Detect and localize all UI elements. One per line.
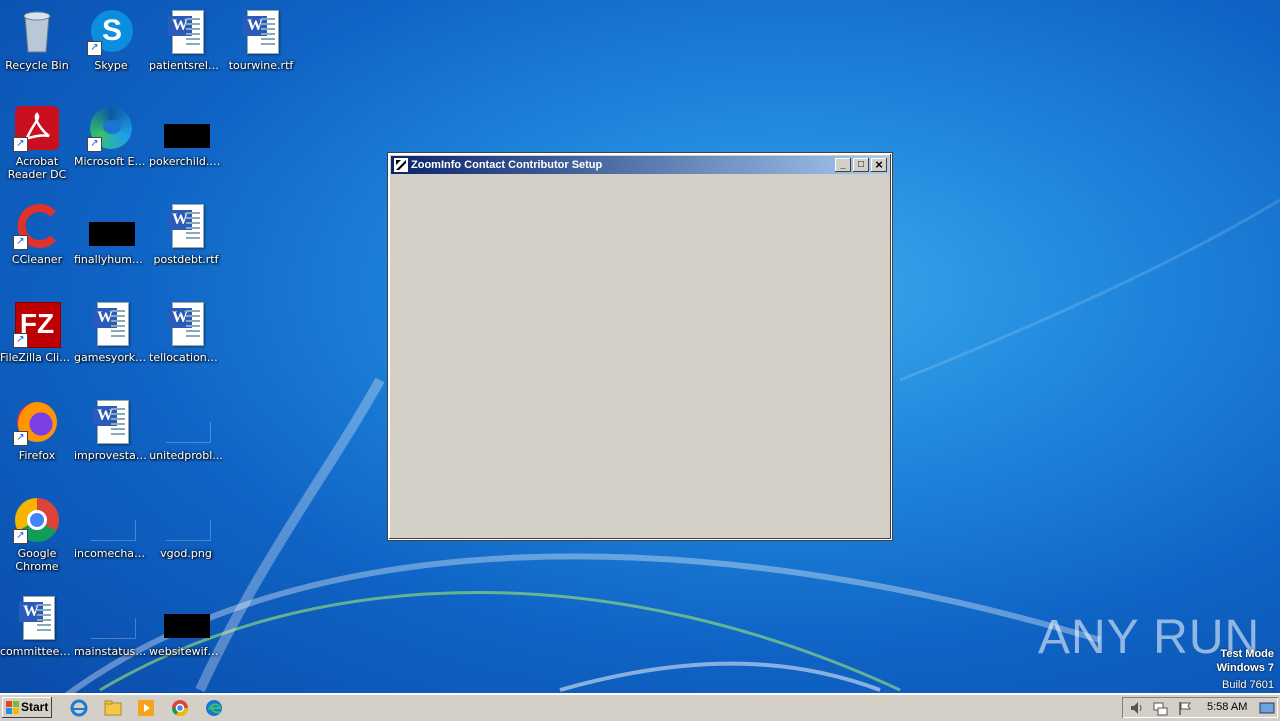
skype-icon: S ↗ <box>87 8 135 56</box>
icon-label: Microsoft Edge <box>74 155 148 168</box>
desktop-icon-chrome[interactable]: ↗ Google Chrome <box>0 496 74 573</box>
file-explorer-icon[interactable] <box>104 699 122 717</box>
icon-label: Acrobat Reader DC <box>7 155 67 181</box>
icon-label: incomechat.... <box>74 547 148 560</box>
chrome-taskbar-icon[interactable] <box>171 699 189 717</box>
icon-label: Google Chrome <box>15 547 59 573</box>
desktop-icon-incomechat[interactable]: incomechat.... <box>74 496 148 560</box>
desktop-icon-acrobat[interactable]: ↗ Acrobat Reader DC <box>0 104 74 181</box>
image-thumbnail-icon <box>162 104 210 152</box>
desktop-icon-websitewife[interactable]: websitewife... <box>149 594 223 658</box>
desktop-icon-firefox[interactable]: ↗ Firefox <box>0 398 74 462</box>
maximize-button[interactable]: □ <box>853 158 869 172</box>
desktop-icon-postdebt[interactable]: W postdebt.rtf <box>149 202 223 266</box>
icon-label: patientsrela... <box>149 59 223 72</box>
image-thumbnail-icon <box>87 202 135 250</box>
watermark-line2: Windows 7 <box>1216 662 1274 674</box>
word-document-icon: W <box>162 8 210 56</box>
desktop-icon-tourwine[interactable]: W tourwine.rtf <box>224 8 298 72</box>
blank-file-icon <box>162 496 211 544</box>
desktop-icon-gamesyork[interactable]: W gamesyork.rtf <box>74 300 148 364</box>
network-icon[interactable] <box>1152 700 1168 716</box>
word-document-icon: W <box>237 8 285 56</box>
start-button[interactable]: Start <box>2 697 52 718</box>
desktop-icon-patientsrela[interactable]: W patientsrela... <box>149 8 223 72</box>
desktop-icon-recycle-bin[interactable]: Recycle Bin <box>0 8 74 72</box>
blank-file-icon <box>87 594 136 642</box>
desktop-icon-improvestat[interactable]: W improvestat... <box>74 398 148 462</box>
windows-logo-icon <box>6 701 19 714</box>
filezilla-icon: FZ ↗ <box>13 300 61 348</box>
edge-icon: ↗ <box>87 104 135 152</box>
icon-label: unitedprobl... <box>149 449 223 462</box>
chrome-icon: ↗ <box>13 496 61 544</box>
window-client-area <box>391 175 889 537</box>
volume-icon[interactable] <box>1129 700 1145 716</box>
window-titlebar[interactable]: ZoomInfo Contact Contributor Setup _ □ × <box>391 156 889 174</box>
blank-file-icon <box>162 398 211 446</box>
icon-label: postdebt.rtf <box>153 253 219 266</box>
app-icon <box>394 158 408 172</box>
acrobat-icon: ↗ <box>13 104 61 152</box>
icon-label: pokerchild.jpg <box>149 155 223 168</box>
blank-file-icon <box>87 496 136 544</box>
desktop-icon-mainstatus[interactable]: mainstatus.... <box>74 594 148 658</box>
setup-window[interactable]: ZoomInfo Contact Contributor Setup _ □ × <box>388 153 892 540</box>
icon-label: FileZilla Client <box>0 351 74 364</box>
taskbar-clock[interactable]: 5:58 AM <box>1207 694 1247 721</box>
icon-label: tellocations.rtf <box>149 351 223 364</box>
action-center-flag-icon[interactable] <box>1177 700 1193 716</box>
icon-label: CCleaner <box>11 253 63 266</box>
icon-label: gamesyork.rtf <box>74 351 148 364</box>
desktop-icon-unitedprobl[interactable]: unitedprobl... <box>149 398 223 462</box>
icon-label: Firefox <box>18 449 56 462</box>
desktop-icon-pokerchild[interactable]: pokerchild.jpg <box>149 104 223 168</box>
show-desktop-icon[interactable] <box>1259 700 1275 716</box>
word-document-icon: W <box>162 202 210 250</box>
ccleaner-icon: ↗ <box>13 202 61 250</box>
icon-label: committeeo... <box>0 645 74 658</box>
system-tray <box>1122 697 1278 718</box>
word-document-icon: W <box>162 300 210 348</box>
desktop-icon-committeeo[interactable]: W committeeo... <box>0 594 74 658</box>
desktop-icon-ccleaner[interactable]: ↗ CCleaner <box>0 202 74 266</box>
word-document-icon: W <box>87 398 135 446</box>
internet-explorer-icon[interactable] <box>70 699 88 717</box>
icon-label: mainstatus.... <box>74 645 148 658</box>
icon-label: improvestat... <box>74 449 148 462</box>
icon-label: Recycle Bin <box>5 59 69 72</box>
minimize-button[interactable]: _ <box>835 158 851 172</box>
icon-label: vgod.png <box>160 547 212 560</box>
image-thumbnail-icon <box>162 594 210 642</box>
watermark-line3: Build 7601 <box>1222 679 1274 691</box>
recycle-bin-icon <box>13 8 61 56</box>
watermark-line1: Test Mode <box>1220 648 1274 660</box>
icon-label: websitewife... <box>149 645 223 658</box>
media-player-icon[interactable] <box>137 699 155 717</box>
desktop-icon-finallyhuma[interactable]: finallyhuma... <box>74 202 148 266</box>
desktop-icon-skype[interactable]: S ↗ Skype <box>74 8 148 72</box>
icon-label: tourwine.rtf <box>228 59 294 72</box>
desktop-icon-edge[interactable]: ↗ Microsoft Edge <box>74 104 148 168</box>
start-label: Start <box>21 700 49 714</box>
window-title: ZoomInfo Contact Contributor Setup <box>411 159 603 171</box>
firefox-icon: ↗ <box>13 398 61 446</box>
desktop-icon-filezilla[interactable]: FZ ↗ FileZilla Client <box>0 300 74 364</box>
desktop-icon-vgod[interactable]: vgod.png <box>149 496 223 560</box>
close-button[interactable]: × <box>871 158 887 172</box>
word-document-icon: W <box>87 300 135 348</box>
edge-taskbar-icon[interactable] <box>205 699 223 717</box>
taskbar: Start 5:58 AM <box>0 693 1280 721</box>
icon-label: finallyhuma... <box>74 253 148 266</box>
desktop-icon-tellocations[interactable]: W tellocations.rtf <box>149 300 223 364</box>
icon-label: Skype <box>94 59 128 72</box>
word-document-icon: W <box>13 594 61 642</box>
